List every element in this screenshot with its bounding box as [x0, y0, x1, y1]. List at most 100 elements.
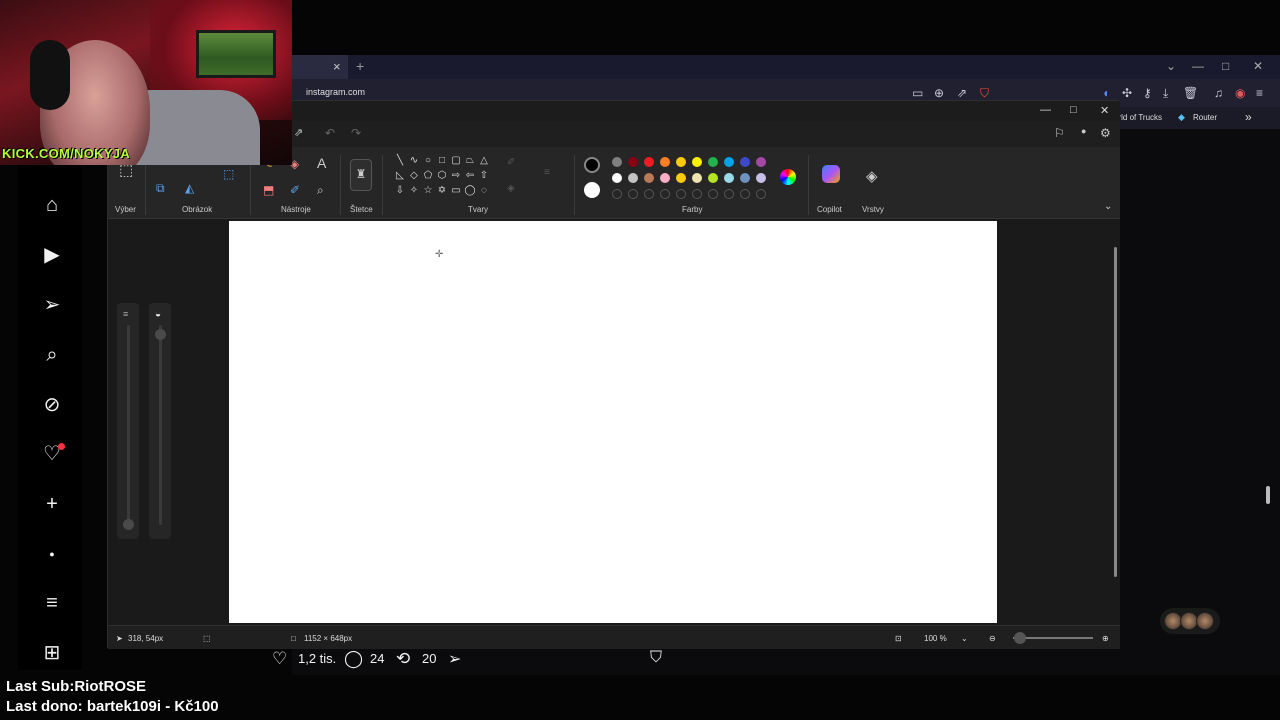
undo-icon[interactable]: ↶ — [325, 126, 335, 140]
right-arrow-shape-icon[interactable]: ⇨ — [449, 170, 463, 185]
explore-icon[interactable]: ⊘ — [40, 393, 64, 417]
zoom-slider-thumb[interactable] — [1014, 632, 1026, 644]
paint-minimize-icon[interactable]: — — [1040, 104, 1051, 116]
close-tab-icon[interactable]: × — [333, 59, 341, 74]
hexagon-shape-icon[interactable]: ⬡ — [435, 170, 449, 185]
custom-color-slot[interactable] — [676, 189, 686, 199]
color-swatch[interactable] — [740, 157, 750, 167]
download-icon[interactable]: ⤓ — [1163, 86, 1168, 101]
bookmark-world-of-trucks[interactable]: orld of Trucks — [1114, 113, 1162, 122]
color-swatch[interactable] — [676, 173, 686, 183]
color-swatch[interactable] — [612, 173, 622, 183]
music-icon[interactable]: ♫ — [1214, 86, 1223, 100]
color-swatch[interactable] — [644, 157, 654, 167]
color-swatch[interactable] — [644, 173, 654, 183]
zoom-dropdown-icon[interactable]: ⌄ — [961, 634, 968, 643]
scrollbar-thumb[interactable] — [1114, 247, 1117, 577]
diamond-shape-icon[interactable]: ◇ — [407, 170, 421, 185]
create-icon[interactable]: + — [40, 492, 64, 516]
crop-icon[interactable]: ⧉ — [156, 181, 165, 196]
rectangle-shape-icon[interactable]: □ — [435, 155, 449, 170]
slider-thumb[interactable] — [123, 519, 134, 530]
color-swatch[interactable] — [708, 173, 718, 183]
curve-shape-icon[interactable]: ∿ — [407, 155, 421, 170]
share-icon[interactable]: ➢ — [448, 649, 461, 669]
cloud-callout-shape-icon[interactable]: ◌ — [477, 185, 491, 200]
minimize-icon[interactable]: — — [1192, 59, 1204, 73]
polygon-shape-icon[interactable]: ⏢ — [463, 155, 477, 170]
reels-icon[interactable]: ▶ — [40, 243, 64, 267]
password-icon[interactable]: ⚷ — [1143, 86, 1152, 100]
home-icon[interactable]: ⌂ — [40, 193, 64, 217]
close-window-icon[interactable]: ✕ — [1253, 59, 1263, 73]
fit-to-window-icon[interactable]: ⊡ — [895, 634, 902, 643]
custom-color-slot[interactable] — [692, 189, 702, 199]
color-swatch[interactable] — [708, 157, 718, 167]
color-swatch[interactable] — [660, 173, 670, 183]
custom-color-slot[interactable] — [724, 189, 734, 199]
redo-icon[interactable]: ↷ — [351, 126, 361, 140]
size-icon[interactable]: ≡ — [544, 167, 550, 178]
address-bar[interactable]: instagram.com — [306, 87, 365, 97]
color-swatch[interactable] — [612, 157, 622, 167]
color-swatch[interactable] — [740, 173, 750, 183]
right-triangle-shape-icon[interactable]: ◺ — [393, 170, 407, 185]
custom-color-slot[interactable] — [708, 189, 718, 199]
shape-fill-icon[interactable]: ◈ — [507, 183, 515, 194]
search-icon[interactable]: ⌕ — [40, 343, 64, 367]
custom-color-slot[interactable] — [628, 189, 638, 199]
custom-color-slot[interactable] — [660, 189, 670, 199]
page-scrollbar-thumb[interactable] — [1266, 486, 1270, 504]
like-icon[interactable]: ♡ — [272, 649, 287, 669]
opacity-slider[interactable]: ◒ — [149, 303, 171, 539]
down-arrow-shape-icon[interactable]: ⇩ — [393, 185, 407, 200]
eraser-icon[interactable]: ⬒ — [263, 183, 274, 197]
rounded-rectangle-shape-icon[interactable]: ▢ — [449, 155, 463, 170]
profile-avatar[interactable]: ● — [40, 542, 64, 566]
color-swatch[interactable] — [628, 173, 638, 183]
tab-list-icon[interactable]: ⌄ — [1166, 59, 1176, 73]
outline-icon[interactable]: ✐ — [507, 157, 515, 168]
apps-icon[interactable]: ⊞ — [40, 641, 64, 665]
layers-icon[interactable]: ◈ — [866, 167, 878, 185]
color-swatch[interactable] — [724, 157, 734, 167]
resize-icon[interactable]: ⬚ — [223, 167, 234, 181]
paint-close-icon[interactable]: ✕ — [1100, 104, 1109, 117]
color-swatch[interactable] — [692, 157, 702, 167]
zoom-icon[interactable]: ⊕ — [934, 86, 944, 100]
trash-icon[interactable]: 🗑 — [1183, 86, 1198, 100]
primary-color[interactable] — [584, 157, 600, 173]
collapse-ribbon-icon[interactable]: ⌄ — [1104, 201, 1112, 212]
line-shape-icon[interactable]: ╲ — [393, 155, 407, 170]
magnifier-icon[interactable]: ⌕ — [317, 183, 324, 198]
zoom-in-icon[interactable]: ⊕ — [1102, 634, 1109, 643]
zoom-level[interactable]: 100 % — [924, 634, 947, 643]
triangle-shape-icon[interactable]: △ — [477, 155, 491, 170]
pentagon-shape-icon[interactable]: ⬠ — [421, 170, 435, 185]
five-point-star-shape-icon[interactable]: ☆ — [421, 185, 435, 200]
six-point-star-shape-icon[interactable]: ✡ — [435, 185, 449, 200]
drawing-canvas[interactable]: ✛ — [229, 221, 997, 623]
up-arrow-shape-icon[interactable]: ⇧ — [477, 170, 491, 185]
cast-icon[interactable]: ▭ — [912, 86, 923, 100]
more-menu-icon[interactable]: ≡ — [40, 591, 64, 615]
new-tab-button[interactable]: + — [356, 58, 364, 74]
share-icon[interactable]: ⇗ — [294, 126, 303, 139]
save-icon[interactable]: ⛉ — [650, 649, 662, 667]
feedback-icon[interactable]: ⚐ — [1054, 126, 1065, 140]
custom-color-slot[interactable] — [740, 189, 750, 199]
oval-callout-shape-icon[interactable]: ◯ — [463, 185, 477, 200]
brave-shield-icon[interactable]: ⛉ — [980, 86, 989, 101]
vpn-icon[interactable]: ◉ — [1235, 86, 1245, 100]
oval-shape-icon[interactable]: ○ — [421, 155, 435, 170]
messages-icon[interactable]: ➢ — [40, 293, 64, 317]
audio-icon[interactable]: ◖ — [1102, 86, 1109, 100]
bookmark-router[interactable]: Router — [1193, 113, 1217, 122]
account-icon[interactable]: ● — [1081, 126, 1086, 136]
maximize-icon[interactable]: □ — [1222, 59, 1229, 73]
paint-maximize-icon[interactable]: □ — [1070, 104, 1077, 116]
comment-icon[interactable]: ◯ — [344, 649, 363, 669]
copilot-icon[interactable] — [822, 165, 840, 183]
color-picker-icon[interactable]: ✐ — [290, 183, 300, 197]
color-swatch[interactable] — [660, 157, 670, 167]
